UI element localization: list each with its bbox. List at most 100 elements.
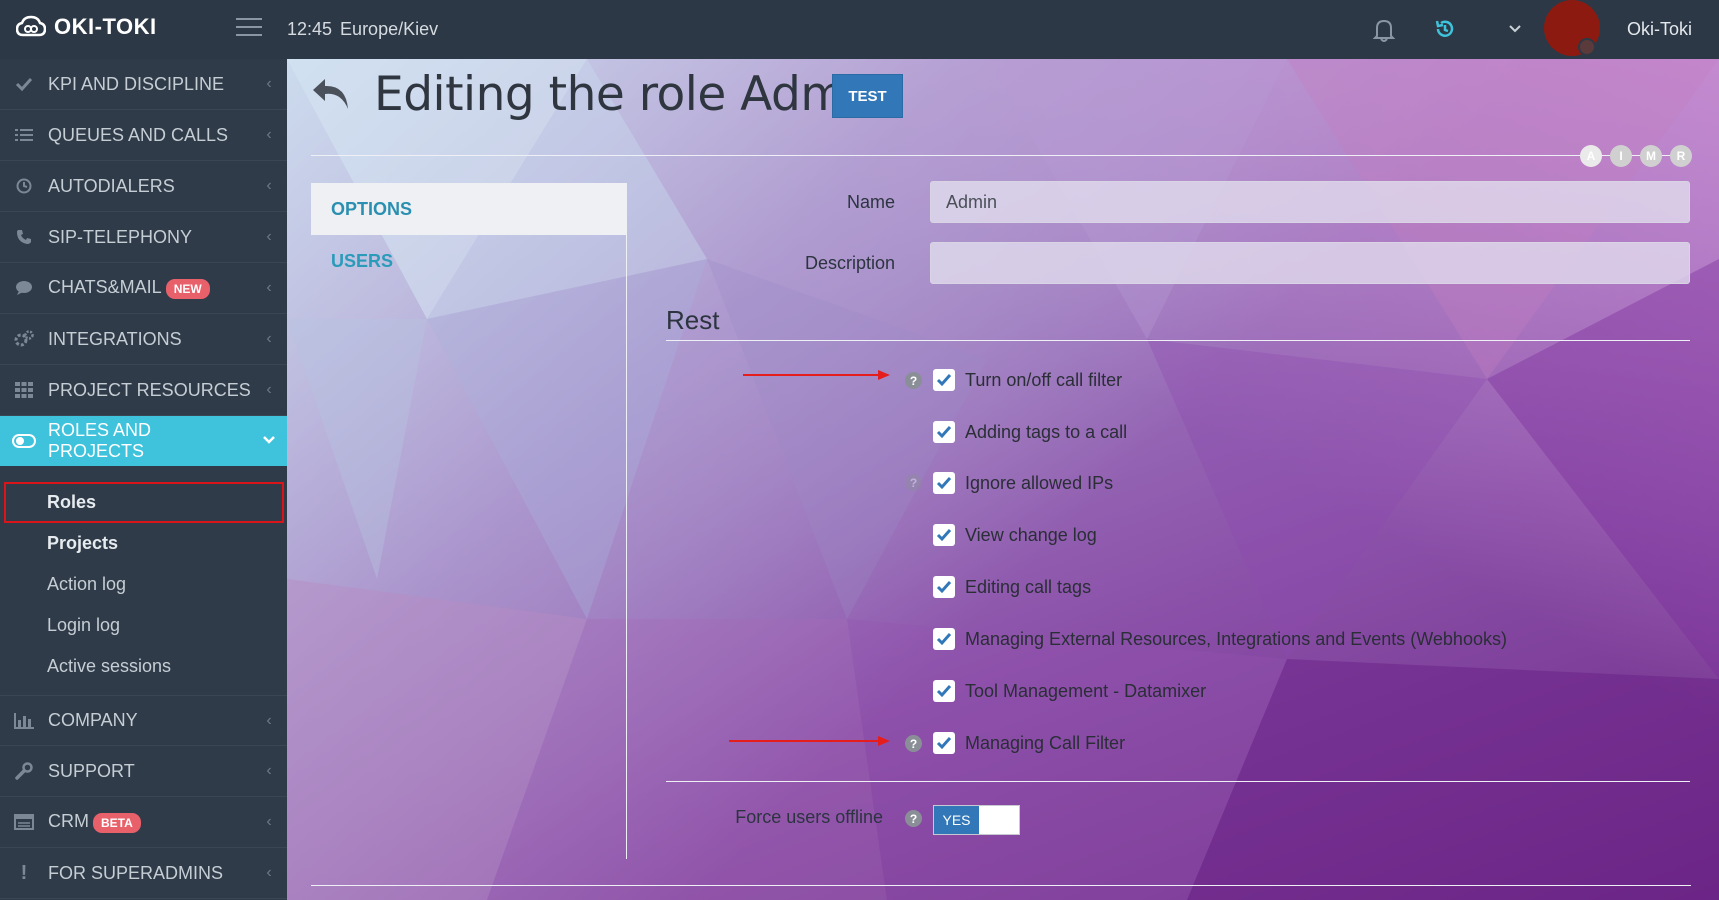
current-time: 12:45 <box>287 19 333 39</box>
phone-icon <box>0 229 48 245</box>
back-arrow-icon[interactable] <box>311 77 351 116</box>
sidebar-item-support[interactable]: SUPPORT ‹ <box>0 746 287 797</box>
help-icon[interactable]: ? <box>905 372 922 389</box>
checkbox-checked-icon[interactable] <box>933 472 955 494</box>
help-icon[interactable]: ? <box>905 810 922 827</box>
history-icon[interactable] <box>1434 18 1456 45</box>
chevron-left-icon: ‹ <box>266 228 272 245</box>
chevron-down-icon <box>251 432 287 450</box>
permission-item[interactable]: Turn on/off call filter <box>933 369 1122 391</box>
chevron-left-icon: ‹ <box>266 330 272 347</box>
checkbox-checked-icon[interactable] <box>933 732 955 754</box>
chevron-left-icon: ‹ <box>266 864 272 881</box>
wrench-icon <box>0 762 48 780</box>
grid-icon <box>0 382 48 398</box>
force-offline-toggle[interactable]: YES <box>933 805 1020 835</box>
permission-item[interactable]: Adding tags to a call <box>933 421 1127 443</box>
exclamation-icon: ! <box>20 861 28 884</box>
sidebar-item-company[interactable]: COMPANY ‹ <box>0 695 287 746</box>
sidebar-item-label: PROJECT RESOURCES <box>48 379 251 400</box>
chevron-left-icon: ‹ <box>266 279 272 296</box>
sidebar-item-label: CRM BETA <box>48 811 251 833</box>
permission-item[interactable]: Ignore allowed IPs <box>933 472 1113 494</box>
gears-icon <box>0 330 48 348</box>
sidebar-item-label: CHATS&MAIL NEW <box>48 277 251 299</box>
permission-item[interactable]: Managing Call Filter <box>933 732 1125 754</box>
sidebar-item-label: FOR SUPERADMINS <box>48 862 224 883</box>
permission-label: Ignore allowed IPs <box>965 472 1114 493</box>
chevron-left-icon: ‹ <box>266 381 272 398</box>
checkbox-checked-icon[interactable] <box>933 524 955 546</box>
test-button[interactable]: TEST <box>832 74 903 118</box>
section-divider <box>666 340 1690 341</box>
divider <box>311 885 1691 886</box>
chevron-left-icon: ‹ <box>266 126 272 143</box>
sidebar-item-crm[interactable]: CRM BETA ‹ <box>0 797 287 848</box>
description-field[interactable] <box>930 242 1690 284</box>
top-bar: OKI-TOKI 12:45 Europe/Kiev Oki-Toki <box>0 0 1719 59</box>
beta-badge: BETA <box>93 812 141 833</box>
sidebar-item-sip[interactable]: SIP-TELEPHONY ‹ <box>0 212 287 263</box>
checkbox-checked-icon[interactable] <box>933 369 955 391</box>
permission-item[interactable]: View change log <box>933 524 1097 546</box>
username[interactable]: Oki-Toki <box>1627 19 1692 40</box>
permission-item[interactable]: Tool Management - Datamixer <box>933 680 1206 702</box>
sidebar-item-label: SUPPORT <box>48 760 135 781</box>
checkbox-checked-icon[interactable] <box>933 680 955 702</box>
sidebar-item-kpi[interactable]: KPI AND DISCIPLINE ‹ <box>0 59 287 110</box>
sidebar: KPI AND DISCIPLINE ‹ QUEUES AND CALLS ‹ … <box>0 59 287 900</box>
tab-options[interactable]: OPTIONS <box>311 183 626 235</box>
bell-icon[interactable] <box>1372 18 1396 47</box>
permission-item[interactable]: Managing External Resources, Integration… <box>933 628 1507 650</box>
check-icon <box>0 77 48 91</box>
help-icon[interactable]: ? <box>905 735 922 752</box>
bar-chart-icon <box>0 712 48 729</box>
name-label: Name <box>846 192 895 212</box>
role-marker-m[interactable]: M <box>1640 145 1662 167</box>
sidebar-subitem-action-log[interactable]: Action log <box>0 564 287 605</box>
permission-label: Managing Call Filter <box>965 732 1126 753</box>
tab-users[interactable]: USERS <box>311 235 626 287</box>
toggle-value: YES <box>934 806 979 834</box>
tabs-divider <box>626 183 627 859</box>
sidebar-subitem-login-log[interactable]: Login log <box>0 605 287 646</box>
role-marker-i[interactable]: I <box>1610 145 1632 167</box>
checkbox-checked-icon[interactable] <box>933 628 955 650</box>
sidebar-subitem-roles[interactable]: Roles <box>4 482 284 523</box>
sidebar-item-chats[interactable]: CHATS&MAIL NEW ‹ <box>0 263 287 314</box>
sidebar-item-label: KPI AND DISCIPLINE <box>48 73 225 94</box>
sidebar-item-integrations[interactable]: INTEGRATIONS ‹ <box>0 314 287 365</box>
chevron-left-icon: ‹ <box>266 711 272 729</box>
divider <box>311 155 1691 156</box>
sidebar-subitem-active-sessions[interactable]: Active sessions <box>0 646 287 687</box>
help-icon[interactable]: ? <box>905 474 922 491</box>
name-value: Admin <box>946 191 998 212</box>
name-field[interactable]: Admin <box>930 181 1690 223</box>
chevron-left-icon: ‹ <box>266 762 272 779</box>
tabs: OPTIONS USERS <box>311 183 626 287</box>
cloud-logo-icon <box>16 15 46 37</box>
checkbox-checked-icon[interactable] <box>933 421 955 443</box>
brand-name: OKI-TOKI <box>54 14 157 39</box>
permission-label: Turn on/off call filter <box>965 369 1123 390</box>
menu-toggle-icon[interactable] <box>236 18 262 38</box>
role-marker-a[interactable]: A <box>1580 145 1602 167</box>
checkbox-checked-icon[interactable] <box>933 576 955 598</box>
timezone: Europe/Kiev <box>340 19 439 39</box>
sidebar-subitem-projects[interactable]: Projects <box>0 523 287 564</box>
annotation-arrow <box>743 370 890 380</box>
logo[interactable]: OKI-TOKI <box>16 14 157 40</box>
section-divider <box>666 781 1690 782</box>
sidebar-item-roles-and-projects[interactable]: ROLES AND PROJECTS <box>0 416 287 466</box>
annotation-arrow <box>729 736 890 746</box>
role-marker-r[interactable]: R <box>1670 145 1692 167</box>
chevron-down-icon[interactable] <box>1508 22 1522 40</box>
sidebar-item-superadmins[interactable]: ! FOR SUPERADMINS ‹ <box>0 848 287 899</box>
permission-item[interactable]: Editing call tags <box>933 576 1091 598</box>
sidebar-item-project-resources[interactable]: PROJECT RESOURCES ‹ <box>0 365 287 416</box>
page-title: Editing the role Admin <box>374 67 888 122</box>
force-offline-label: Force users offline <box>735 807 883 827</box>
sidebar-item-autodialers[interactable]: AUTODIALERS ‹ <box>0 161 287 212</box>
sidebar-item-label: ROLES AND PROJECTS <box>48 420 152 461</box>
sidebar-item-queues[interactable]: QUEUES AND CALLS ‹ <box>0 110 287 161</box>
